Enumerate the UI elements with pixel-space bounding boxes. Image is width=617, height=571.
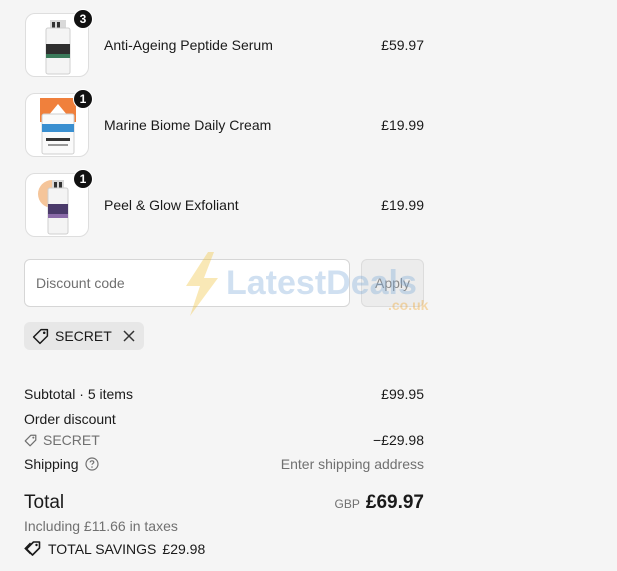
shipping-label: Shipping xyxy=(24,456,79,472)
discount-form: Discount code Apply xyxy=(24,259,424,307)
applied-discount-chip: SECRET xyxy=(24,322,144,350)
shipping-value: Enter shipping address xyxy=(280,456,424,472)
product-price: £19.99 xyxy=(381,197,424,213)
total-value: £69.97 xyxy=(365,492,424,513)
close-icon[interactable] xyxy=(122,329,136,343)
product-price: £19.99 xyxy=(381,117,424,133)
product-price: £59.97 xyxy=(381,37,424,53)
applied-code-label: SECRET xyxy=(55,328,112,344)
subtotal-label: Subtotal · 5 items xyxy=(24,386,133,402)
help-icon[interactable] xyxy=(84,457,99,471)
quantity-badge: 1 xyxy=(73,89,93,109)
product-name: Marine Biome Daily Cream xyxy=(104,117,272,133)
total-amount: GBP £69.97 xyxy=(335,492,424,514)
quantity-badge: 3 xyxy=(73,9,93,29)
apply-button[interactable]: Apply xyxy=(361,259,424,307)
tag-icon xyxy=(24,434,37,446)
total-label: Total xyxy=(24,492,65,513)
quantity-badge: 1 xyxy=(73,169,93,189)
taxes-text: Including £11.66 in taxes xyxy=(24,518,178,534)
subtotal-value: £99.95 xyxy=(381,386,424,402)
line-item: 1 Peel & Glow Exfoliant £19.99 xyxy=(24,169,424,239)
order-discount-label: Order discount xyxy=(24,411,116,427)
product-name: Peel & Glow Exfoliant xyxy=(104,197,239,213)
currency-code: GBP xyxy=(334,497,360,511)
tag-icon xyxy=(24,541,41,556)
discount-code-label: SECRET xyxy=(43,432,100,448)
line-item: 3 Anti-Ageing Peptide Serum £59.97 xyxy=(24,9,424,79)
total-savings: TOTAL SAVINGS £29.98 xyxy=(24,540,205,557)
tag-icon xyxy=(32,328,49,344)
product-name: Anti-Ageing Peptide Serum xyxy=(104,37,273,53)
discount-code-input[interactable]: Discount code xyxy=(24,259,350,307)
savings-label: TOTAL SAVINGS xyxy=(48,540,157,557)
discount-value: −£29.98 xyxy=(373,432,424,448)
savings-value: £29.98 xyxy=(162,540,206,557)
line-item: 1 Marine Biome Daily Cream £19.99 xyxy=(24,89,424,159)
